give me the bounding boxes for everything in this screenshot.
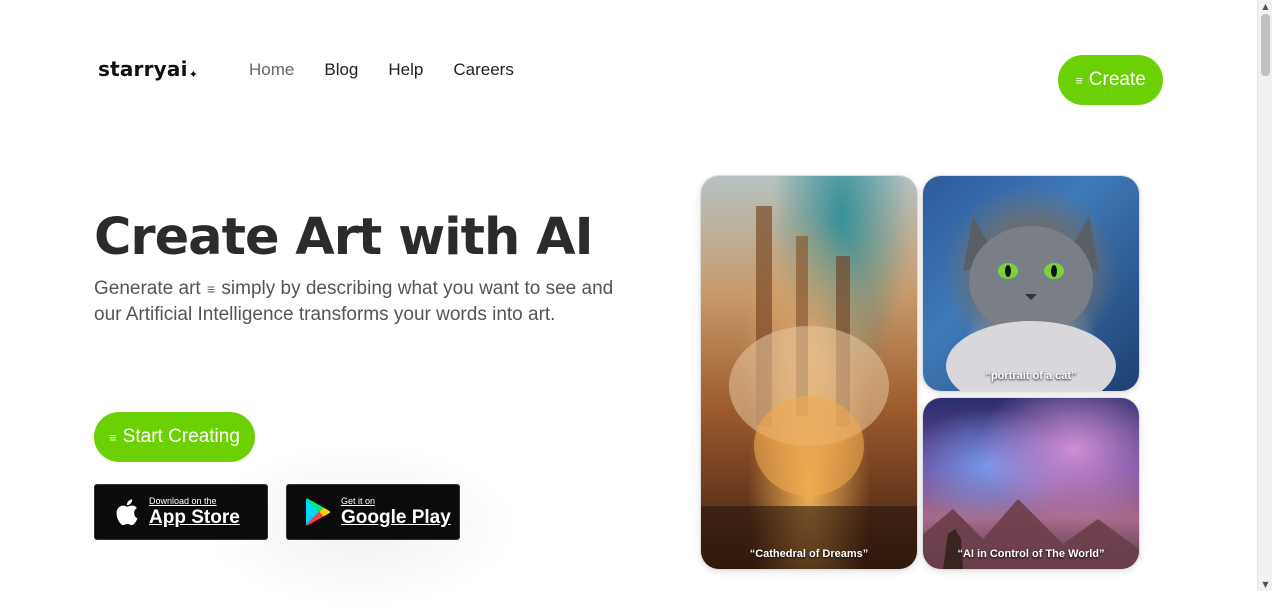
scroll-up-icon[interactable]: ▲ bbox=[1261, 2, 1270, 11]
google-play-badge[interactable]: Get it on Google Play bbox=[286, 484, 460, 540]
start-creating-button[interactable]: ≡ Start Creating bbox=[94, 412, 255, 462]
gallery-caption-cathedral: “Cathedral of Dreams” bbox=[749, 548, 869, 560]
cat-artwork bbox=[946, 216, 1116, 391]
create-button-label: Create bbox=[1088, 69, 1146, 90]
sparkle-icon: ✦ bbox=[188, 68, 199, 81]
scroll-down-icon[interactable]: ▼ bbox=[1261, 580, 1270, 589]
nav-careers[interactable]: Careers bbox=[453, 60, 513, 80]
apple-icon bbox=[116, 499, 138, 526]
start-creating-label: Start Creating bbox=[122, 426, 240, 447]
hero-title: Create Art with AI bbox=[94, 208, 594, 267]
google-play-big: Google Play bbox=[341, 507, 451, 528]
nav-help[interactable]: Help bbox=[388, 60, 423, 80]
nav-home[interactable]: Home bbox=[249, 60, 294, 80]
menu-icon: ≡ bbox=[109, 429, 117, 445]
app-store-small: Download on the bbox=[149, 496, 217, 506]
main-nav: Home Blog Help Careers bbox=[249, 60, 544, 80]
gallery-image-world: “AI in Control of The World” bbox=[923, 398, 1139, 569]
google-play-small: Get it on bbox=[341, 496, 376, 506]
gallery-image-cat: “portrait of a cat” bbox=[923, 176, 1139, 391]
scrollbar[interactable]: ▲ ▼ bbox=[1257, 0, 1272, 591]
logo-text: starryai bbox=[98, 57, 188, 81]
logo[interactable]: starryai✦ bbox=[98, 57, 198, 81]
app-store-badge[interactable]: Download on the App Store bbox=[94, 484, 268, 540]
hero-subtitle-part1: Generate art bbox=[94, 278, 201, 299]
app-store-big: App Store bbox=[149, 507, 240, 528]
gallery-image-cathedral: “Cathedral of Dreams” bbox=[701, 176, 917, 569]
gallery-caption-world: “AI in Control of The World” bbox=[957, 548, 1105, 560]
hero-subtitle: Generate art ≡ simply by describing what… bbox=[94, 276, 634, 327]
menu-icon: ≡ bbox=[1075, 72, 1083, 88]
nav-blog[interactable]: Blog bbox=[324, 60, 358, 80]
gallery-caption-cat: “portrait of a cat” bbox=[985, 370, 1077, 382]
scroll-thumb[interactable] bbox=[1261, 14, 1270, 76]
cathedral-artwork bbox=[701, 206, 917, 569]
menu-icon: ≡ bbox=[206, 281, 216, 297]
create-button[interactable]: ≡ Create bbox=[1058, 55, 1163, 105]
google-play-icon bbox=[306, 498, 331, 526]
